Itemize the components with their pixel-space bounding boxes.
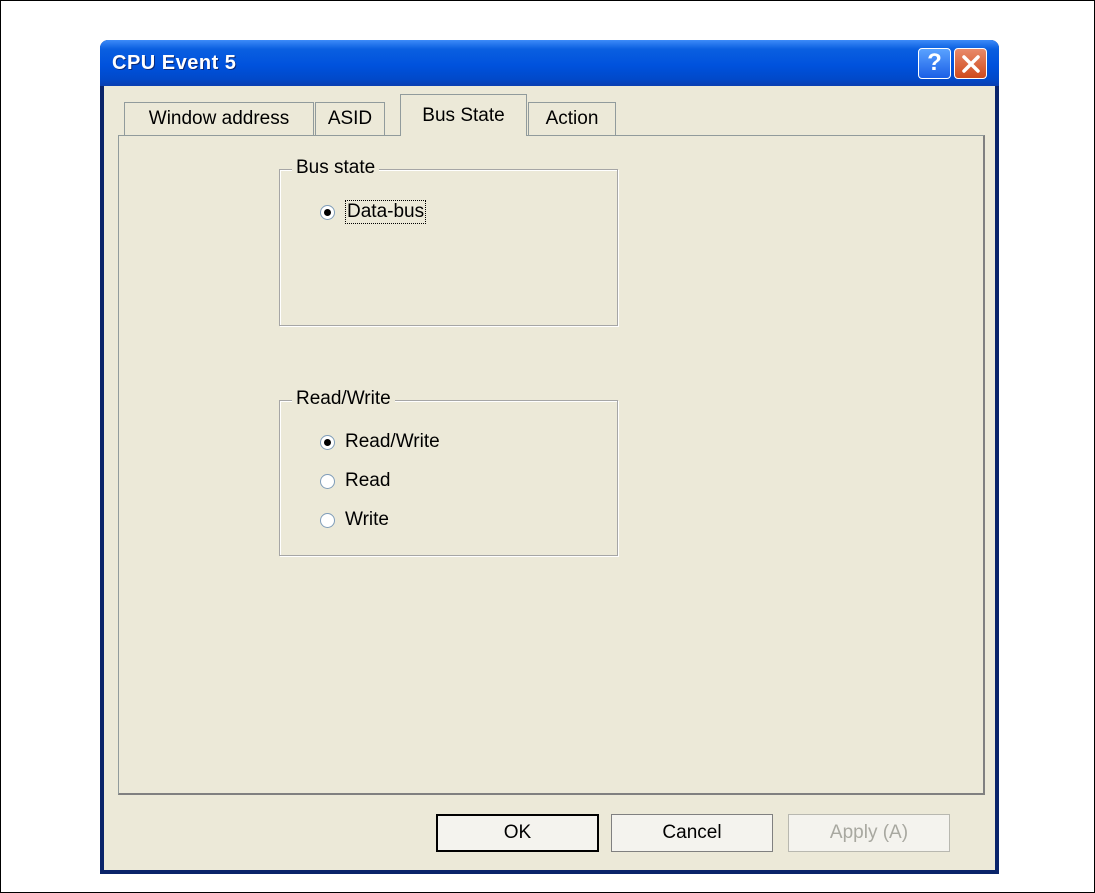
radio-write[interactable]: Write [320,509,389,531]
radio-label: Read [345,470,391,491]
help-button[interactable]: ? [918,48,951,79]
ok-button[interactable]: OK [436,814,599,852]
read-write-group-title: Read/Write [292,388,395,410]
dialog-client: Window address ASID Bus State Action Bus… [104,86,995,870]
close-icon [962,55,980,73]
tab-window-address[interactable]: Window address [124,102,314,135]
radio-label: Read/Write [345,431,440,452]
close-button[interactable] [954,48,987,79]
tab-asid[interactable]: ASID [315,102,385,135]
radio-label: Write [345,509,389,530]
radio-read-write[interactable]: Read/Write [320,431,440,453]
help-icon: ? [927,49,942,76]
radio-button[interactable] [320,204,335,220]
tab-action[interactable]: Action [528,102,616,135]
dialog-window: CPU Event 5 ? Window address ASID Bus St… [100,40,999,874]
tab-bus-state[interactable]: Bus State [400,94,527,136]
radio-button[interactable] [320,473,335,489]
radio-button[interactable] [320,434,335,450]
title-bar[interactable]: CPU Event 5 ? [100,40,999,86]
tab-panel-bus-state: Bus state Data-bus Read/Write Read/Write… [118,135,985,795]
apply-button[interactable]: Apply (A) [788,814,950,852]
bus-state-group-title: Bus state [292,157,380,179]
window-title: CPU Event 5 [112,52,237,74]
radio-data-bus[interactable]: Data-bus [320,200,427,224]
radio-button[interactable] [320,512,335,528]
bus-state-group: Bus state Data-bus [279,157,618,326]
read-write-group: Read/Write Read/Write Read Write [279,388,618,556]
radio-label: Data-bus [345,200,427,224]
cancel-button[interactable]: Cancel [611,814,773,852]
radio-read[interactable]: Read [320,470,390,492]
